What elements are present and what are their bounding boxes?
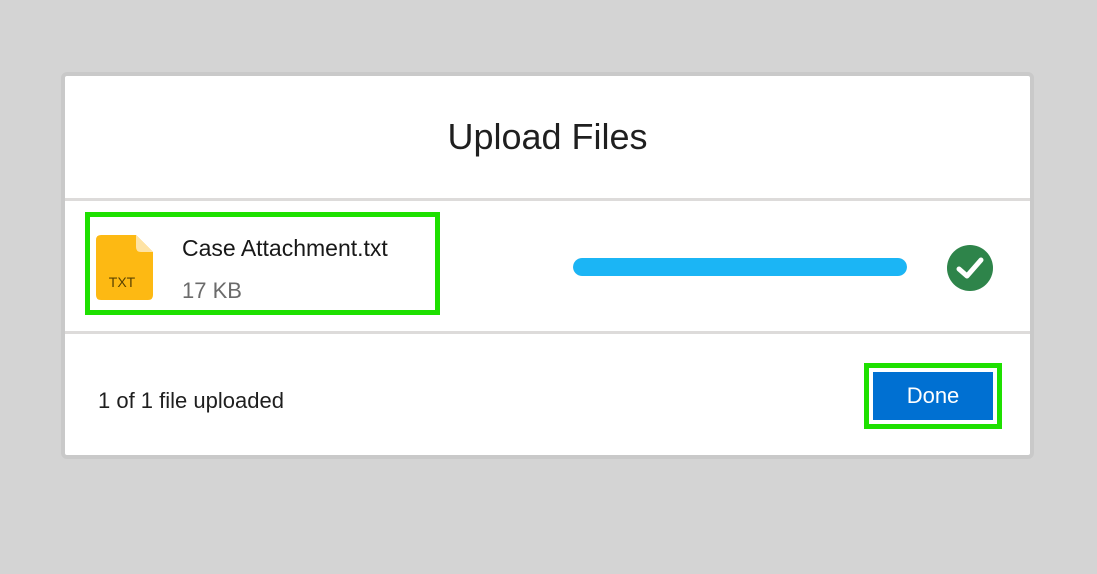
upload-files-dialog: Upload Files TXT Case Attachment.txt 17 … [61,72,1034,459]
file-size: 17 KB [182,278,242,303]
dialog-title: Upload Files [447,116,648,157]
file-row: TXT Case Attachment.txt 17 KB [65,201,1030,334]
upload-progress-bar [573,258,907,276]
file-name: Case Attachment.txt [182,235,388,261]
dialog-footer: 1 of 1 file uploaded Done [65,334,1030,459]
upload-progress-fill [573,258,907,276]
done-button[interactable]: Done [873,372,993,420]
txt-file-icon: TXT [96,235,153,300]
upload-status-text: 1 of 1 file uploaded [98,388,284,413]
dialog-header: Upload Files [65,76,1030,201]
file-item-highlight[interactable]: TXT Case Attachment.txt 17 KB [85,212,440,315]
done-button-highlight: Done [864,363,1002,429]
check-circle-icon [946,244,994,292]
svg-text:TXT: TXT [109,274,136,290]
